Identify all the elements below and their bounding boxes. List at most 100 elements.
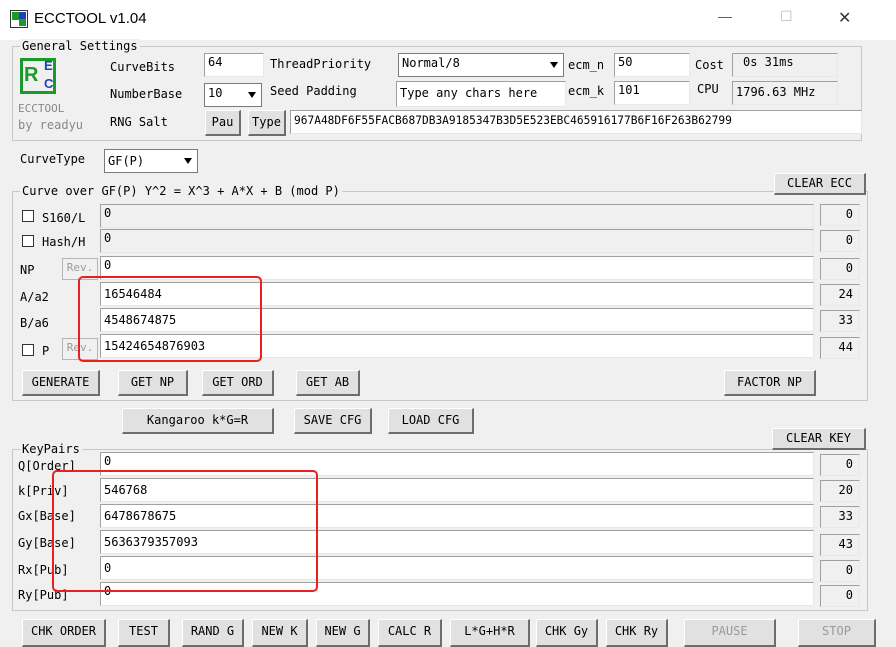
b-field[interactable]: 4548674875 xyxy=(100,308,814,332)
k-priv-field[interactable]: 546768 xyxy=(100,478,814,502)
calc-r-button[interactable]: CALC R xyxy=(378,619,442,647)
generate-button[interactable]: GENERATE xyxy=(22,370,100,396)
clear-key-button[interactable]: CLEAR KEY xyxy=(772,428,866,450)
s160-field[interactable]: 0 xyxy=(100,204,814,228)
np-label: NP xyxy=(20,263,35,277)
k-priv-label: k[Priv] xyxy=(18,484,69,498)
gx-base-label: Gx[Base] xyxy=(18,509,76,523)
new-k-button[interactable]: NEW K xyxy=(252,619,308,647)
maximize-button[interactable]: ☐ xyxy=(780,8,793,25)
curvetype-select[interactable]: GF(P) xyxy=(104,149,198,173)
numberbase-value: 10 xyxy=(208,86,223,100)
app-name-label: ECCTOOL xyxy=(18,102,65,115)
ecm-k-label: ecm_k xyxy=(568,84,605,98)
general-settings-title: General Settings xyxy=(20,39,140,53)
threadpriority-label: ThreadPriority xyxy=(270,57,372,71)
q-order-field[interactable]: 0 xyxy=(100,452,814,476)
p-field[interactable]: 15424654876903 xyxy=(100,334,814,358)
ecm-k-input[interactable]: 101 xyxy=(614,81,690,105)
np-count: 0 xyxy=(820,258,860,280)
window-title: ECCTOOL v1.04 xyxy=(34,10,147,27)
a-count: 24 xyxy=(820,284,860,306)
cpu-value: 1796.63 MHz xyxy=(732,81,838,105)
a-label: A/a2 xyxy=(20,290,49,304)
factor-np-button[interactable]: FACTOR NP xyxy=(724,370,816,396)
get-np-button[interactable]: GET NP xyxy=(118,370,188,396)
hash-label: Hash/H xyxy=(42,235,86,249)
curvetype-label: CurveType xyxy=(20,152,86,166)
gy-base-label: Gy[Base] xyxy=(18,536,76,550)
p-rev-button[interactable]: Rev. xyxy=(62,338,98,360)
threadpriority-value: Normal/8 xyxy=(402,56,460,70)
clear-ecc-button[interactable]: CLEAR ECC xyxy=(774,173,866,195)
rngsalt-input[interactable]: 967A48DF6F55FACB687DB3A9185347B3D5E523EB… xyxy=(290,110,862,134)
ry-pub-field[interactable]: 0 xyxy=(100,582,814,606)
get-ord-button[interactable]: GET ORD xyxy=(202,370,274,396)
b-count: 33 xyxy=(820,310,860,332)
p-checkbox[interactable] xyxy=(22,344,34,356)
gx-base-field[interactable]: 6478678675 xyxy=(100,504,814,528)
numberbase-select[interactable]: 10 xyxy=(204,83,262,107)
new-g-button[interactable]: NEW G xyxy=(316,619,370,647)
hash-checkbox[interactable] xyxy=(22,235,34,247)
curvebits-input[interactable]: 64 xyxy=(204,53,264,77)
np-field[interactable]: 0 xyxy=(100,256,814,280)
numberbase-label: NumberBase xyxy=(110,87,183,101)
seedpadding-input[interactable]: Type any chars here xyxy=(396,81,566,107)
curvetype-value: GF(P) xyxy=(108,154,145,168)
a-field[interactable]: 16546484 xyxy=(100,282,814,306)
author-label: by readyu xyxy=(18,118,84,132)
ry-pub-label: Ry[Pub] xyxy=(18,588,69,602)
rx-pub-count: 0 xyxy=(820,560,860,582)
k-priv-count: 20 xyxy=(820,480,860,502)
ecm-n-input[interactable]: 50 xyxy=(614,53,690,77)
chevron-down-icon[interactable] xyxy=(243,84,261,106)
close-button[interactable]: ✕ xyxy=(838,8,851,28)
title-bar: ECCTOOL v1.04 — ☐ ✕ xyxy=(0,0,896,40)
kangaroo-button[interactable]: Kangaroo k*G=R xyxy=(122,408,274,434)
load-cfg-button[interactable]: LOAD CFG xyxy=(388,408,474,434)
chk-ry-button[interactable]: CHK Ry xyxy=(606,619,668,647)
rngsalt-label: RNG Salt xyxy=(110,115,168,129)
minimize-button[interactable]: — xyxy=(718,8,732,24)
keypairs-group-title: KeyPairs xyxy=(20,442,82,456)
chevron-down-icon[interactable] xyxy=(179,150,197,172)
s160-count: 0 xyxy=(820,204,860,226)
rand-g-button[interactable]: RAND G xyxy=(182,619,244,647)
chk-gy-button[interactable]: CHK Gy xyxy=(536,619,598,647)
np-rev-button[interactable]: Rev. xyxy=(62,258,98,280)
p-label: P xyxy=(42,344,50,358)
hash-field[interactable]: 0 xyxy=(100,229,814,253)
lgh-button[interactable]: L*G+H*R xyxy=(450,619,530,647)
rx-pub-field[interactable]: 0 xyxy=(100,556,814,580)
seedpadding-label: Seed Padding xyxy=(270,84,357,98)
s160-checkbox[interactable] xyxy=(22,210,34,222)
ecm-n-label: ecm_n xyxy=(568,58,605,72)
curve-group-title: Curve over GF(P) Y^2 = X^3 + A*X + B (mo… xyxy=(20,184,342,198)
b-label: B/a6 xyxy=(20,316,49,330)
app-icon xyxy=(10,10,28,28)
q-order-label: Q[Order] xyxy=(18,459,76,473)
gx-base-count: 33 xyxy=(820,506,860,528)
pau-button[interactable]: Pau xyxy=(205,110,241,136)
stop-button[interactable]: STOP xyxy=(798,619,876,647)
rx-pub-label: Rx[Pub] xyxy=(18,563,69,577)
threadpriority-select[interactable]: Normal/8 xyxy=(398,53,564,77)
chk-order-button[interactable]: CHK ORDER xyxy=(22,619,106,647)
cost-value: 0s 31ms xyxy=(732,53,838,77)
p-count: 44 xyxy=(820,337,860,359)
s160-label: S160/L xyxy=(42,211,86,225)
type-button[interactable]: Type xyxy=(248,110,286,136)
save-cfg-button[interactable]: SAVE CFG xyxy=(294,408,372,434)
gy-base-field[interactable]: 5636379357093 xyxy=(100,530,814,554)
chevron-down-icon[interactable] xyxy=(545,54,563,76)
logo-letter-r: R xyxy=(24,64,39,86)
logo-letter-e: E xyxy=(44,58,53,73)
rec-logo: R E C xyxy=(20,58,60,98)
ry-pub-count: 0 xyxy=(820,585,860,607)
test-button[interactable]: TEST xyxy=(118,619,170,647)
pause-button[interactable]: PAUSE xyxy=(684,619,776,647)
get-ab-button[interactable]: GET AB xyxy=(296,370,360,396)
curvebits-label: CurveBits xyxy=(110,60,176,74)
gy-base-count: 43 xyxy=(820,534,860,556)
